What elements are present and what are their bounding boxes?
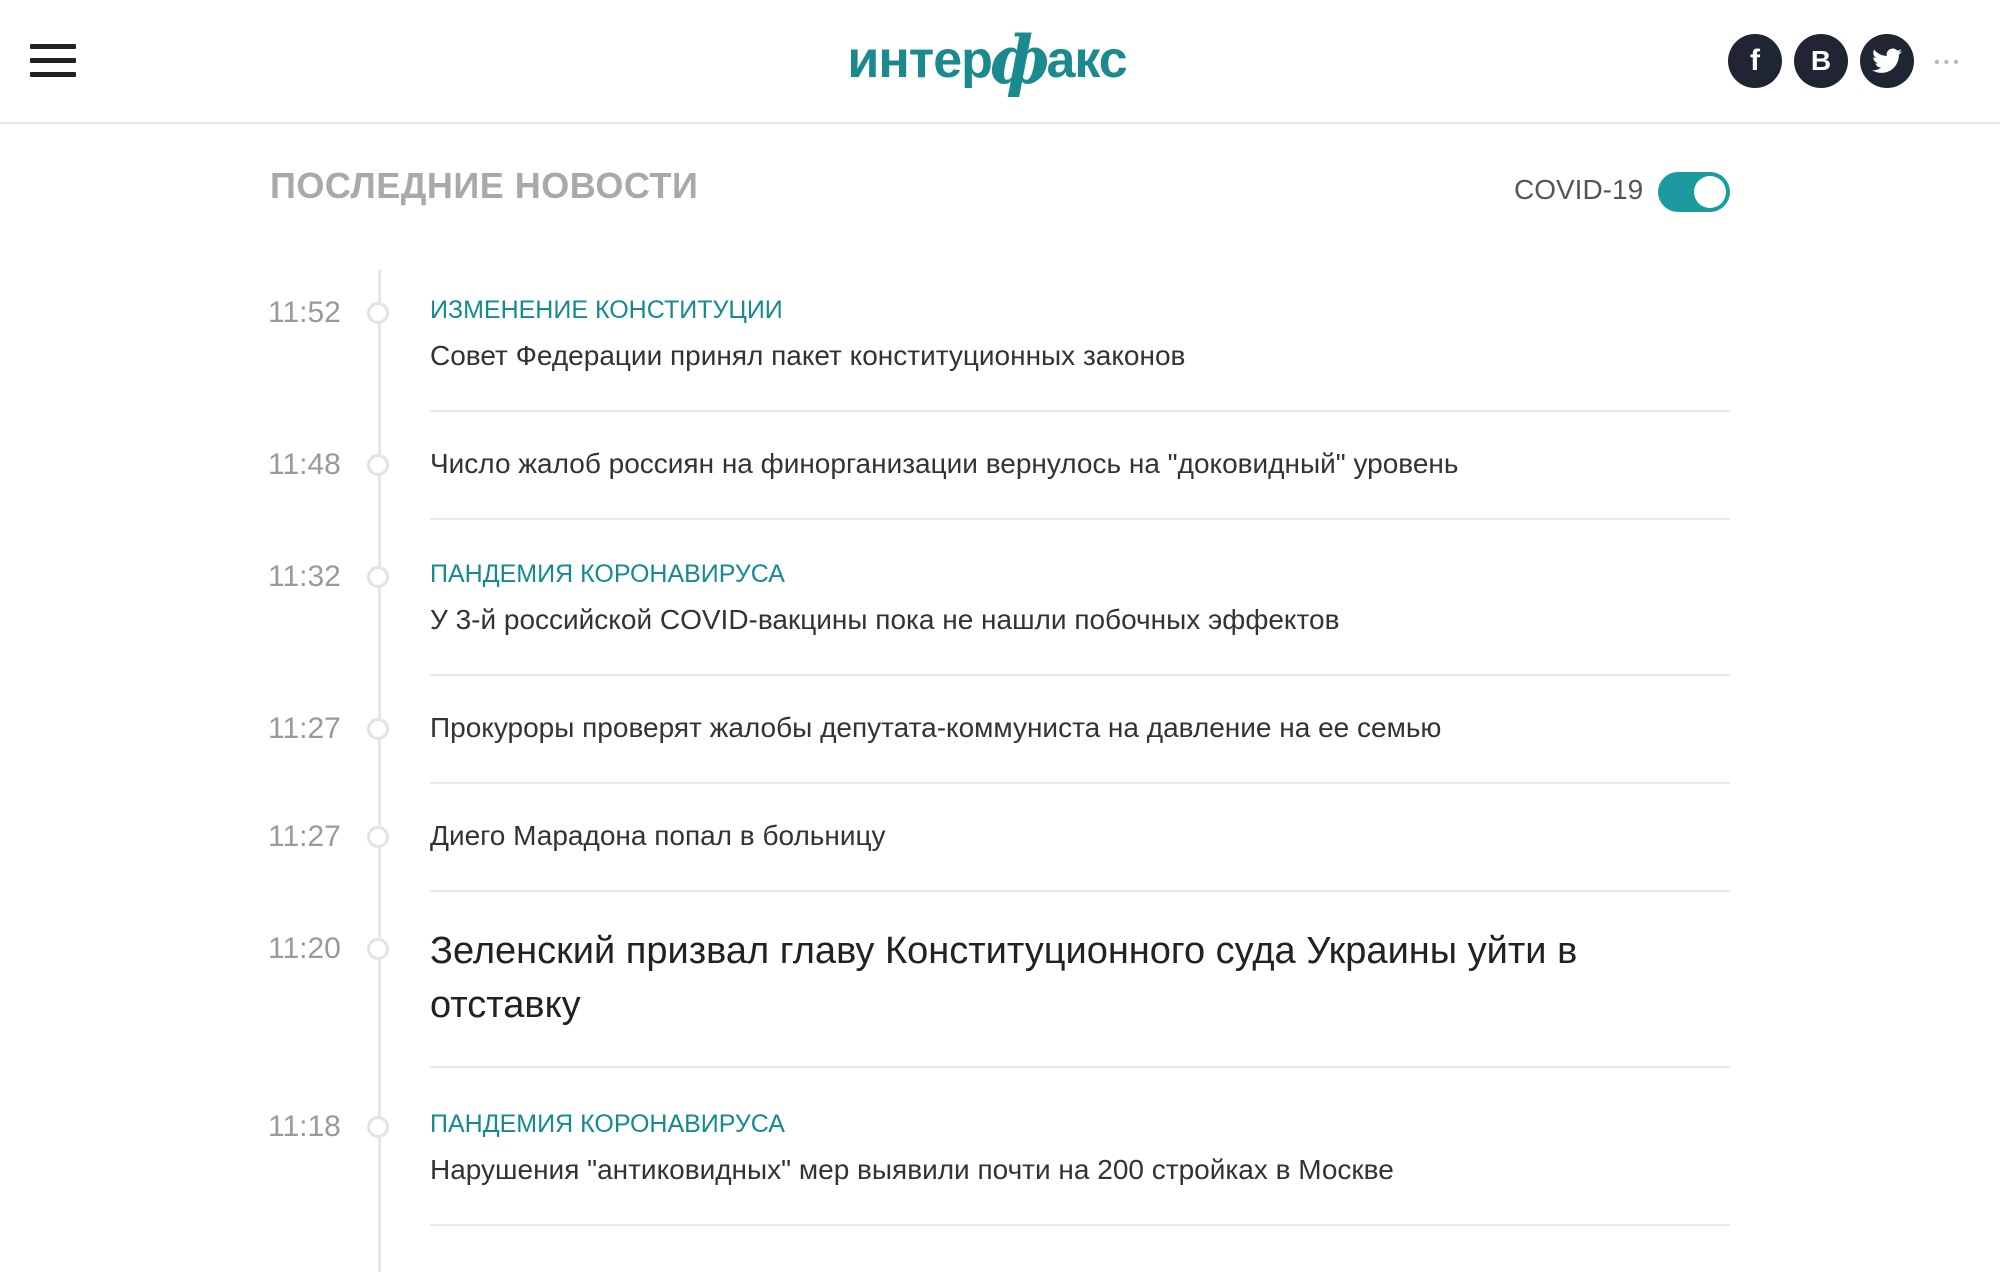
news-time: 11:27 xyxy=(268,712,341,745)
timeline-dot xyxy=(367,826,389,848)
menu-icon[interactable] xyxy=(30,44,76,78)
news-separator xyxy=(430,410,1730,412)
news-headline[interactable]: Нарушения "антиковидных" мер выявили поч… xyxy=(430,1152,1710,1188)
news-headline[interactable]: Число жалоб россиян на финорганизации ве… xyxy=(430,446,1710,482)
news-rubric[interactable]: ИЗМЕНЕНИЕ КОНСТИТУЦИИ xyxy=(430,296,783,325)
interfax-logo[interactable]: интер ф акс xyxy=(847,20,1127,100)
vk-icon[interactable]: B xyxy=(1794,34,1848,88)
timeline-dot xyxy=(367,938,389,960)
toggle-knob xyxy=(1694,176,1726,208)
news-separator xyxy=(430,1224,1730,1226)
news-time: 11:52 xyxy=(268,296,341,329)
news-headline-featured[interactable]: Зеленский призвал главу Конституционного… xyxy=(430,924,1690,1032)
facebook-icon[interactable]: f xyxy=(1728,34,1782,88)
twitter-bird-icon xyxy=(1872,48,1902,73)
news-separator xyxy=(430,1066,1730,1068)
more-icon[interactable]: ••• xyxy=(1934,54,1963,72)
news-headline[interactable]: У 3-й российской COVID-вакцины пока не н… xyxy=(430,602,1710,638)
news-time: 11:18 xyxy=(268,1110,341,1143)
news-headline[interactable]: Совет Федерации принял пакет конституцио… xyxy=(430,338,1710,374)
timeline-dot xyxy=(367,302,389,324)
news-time: 11:27 xyxy=(268,820,341,853)
site-header: интер ф акс f B ••• xyxy=(0,0,2000,124)
vk-glyph: B xyxy=(1810,45,1832,76)
news-separator xyxy=(430,782,1730,784)
logo-text-part2: ф xyxy=(989,21,1050,99)
news-headline[interactable]: Диего Марадона попал в больницу xyxy=(430,818,1710,854)
timeline-dot xyxy=(367,718,389,740)
news-rubric[interactable]: ПАНДЕМИЯ КОРОНАВИРУСА xyxy=(430,1110,785,1139)
news-headline[interactable]: Прокуроры проверят жалобы депутата-комму… xyxy=(430,710,1710,746)
news-separator xyxy=(430,518,1730,520)
facebook-glyph: f xyxy=(1750,44,1760,77)
news-time: 11:48 xyxy=(268,448,341,481)
section-title: ПОСЛЕДНИЕ НОВОСТИ xyxy=(270,165,699,206)
timeline-dot xyxy=(367,454,389,476)
twitter-icon[interactable] xyxy=(1860,34,1914,88)
news-separator xyxy=(430,890,1730,892)
news-time: 11:20 xyxy=(268,932,341,965)
news-rubric[interactable]: ПАНДЕМИЯ КОРОНАВИРУСА xyxy=(430,560,785,589)
news-separator xyxy=(430,674,1730,676)
logo-text-part3: акс xyxy=(1046,31,1127,89)
covid-filter-label: COVID-19 xyxy=(1514,174,1644,205)
timeline-dot xyxy=(367,1116,389,1138)
timeline-dot xyxy=(367,566,389,588)
logo-text-part1: интер xyxy=(847,31,993,89)
news-time: 11:32 xyxy=(268,560,341,593)
covid-toggle[interactable] xyxy=(1658,172,1730,212)
